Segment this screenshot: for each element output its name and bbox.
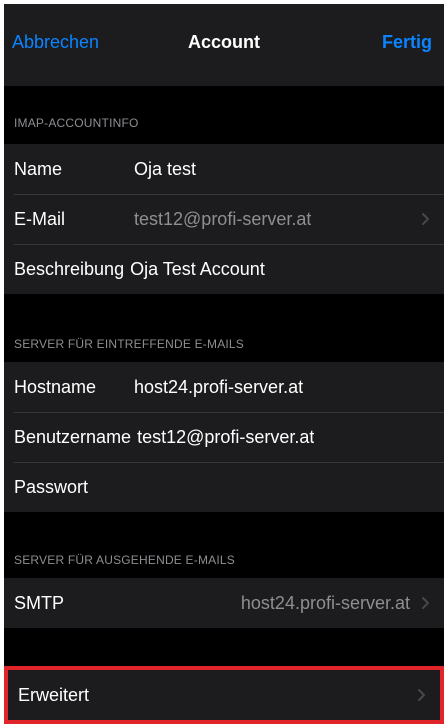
password-label: Passwort — [14, 476, 89, 497]
hostname-row[interactable]: Hostname host24.profi-server.at — [4, 362, 444, 412]
advanced-highlight-box: Erweitert — [4, 666, 444, 724]
advanced-label: Erweitert — [18, 684, 90, 705]
email-label: E-Mail — [14, 208, 66, 229]
username-row[interactable]: Benutzername test12@profi-server.at — [4, 412, 444, 462]
email-row[interactable]: E-Mail test12@profi-server.at — [4, 194, 444, 244]
page-title: Account — [188, 32, 260, 52]
advanced-row[interactable]: Erweitert — [8, 670, 440, 720]
chevron-right-icon — [418, 595, 434, 611]
account-settings-screen: Abbrechen Account Fertig IMAP-ACCOUNTINF… — [4, 4, 444, 724]
description-label: Beschreibung — [14, 258, 125, 279]
name-row[interactable]: Name Oja test — [4, 144, 444, 194]
smtp-row[interactable]: SMTP host24.profi-server.at — [4, 578, 444, 628]
hostname-label: Hostname — [14, 376, 97, 397]
username-field[interactable]: test12@profi-server.at — [137, 427, 314, 448]
outgoing-server-group: SMTP host24.profi-server.at — [4, 578, 444, 628]
smtp-value: host24.profi-server.at — [240, 592, 410, 613]
chevron-right-icon — [418, 211, 434, 227]
email-value: test12@profi-server.at — [134, 208, 312, 229]
navigation-bar: Abbrechen Account Fertig — [4, 4, 444, 86]
name-label: Name — [14, 158, 63, 179]
section-header-incoming: SERVER FÜR EINTREFFENDE E-MAILS — [14, 337, 245, 351]
password-row[interactable]: Passwort — [4, 462, 444, 512]
description-field[interactable]: Oja Test Account — [130, 259, 265, 280]
hostname-field[interactable]: host24.profi-server.at — [134, 377, 303, 398]
name-field[interactable]: Oja test — [134, 159, 196, 180]
section-header-imap: IMAP-ACCOUNTINFO — [14, 116, 139, 130]
incoming-server-group: Hostname host24.profi-server.at Benutzer… — [4, 362, 444, 512]
username-label: Benutzername — [14, 426, 132, 447]
section-header-outgoing: SERVER FÜR AUSGEHENDE E-MAILS — [14, 553, 235, 567]
done-button[interactable]: Fertig — [382, 30, 432, 54]
description-row[interactable]: Beschreibung Oja Test Account — [4, 244, 444, 294]
imap-account-group: Name Oja test E-Mail test12@profi-server… — [4, 144, 444, 294]
smtp-label: SMTP — [14, 592, 65, 613]
chevron-right-icon — [414, 687, 430, 703]
